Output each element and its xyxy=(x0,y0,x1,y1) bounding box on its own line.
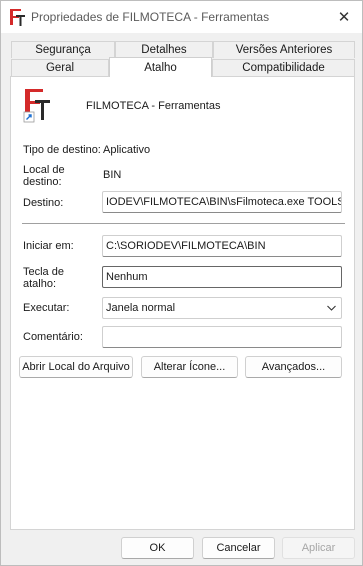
cancel-button[interactable]: Cancelar xyxy=(202,537,275,559)
close-icon: ✕ xyxy=(337,9,351,26)
divider xyxy=(22,223,345,224)
run-select[interactable]: Janela normal xyxy=(102,297,342,319)
target-location-label: Local de destino: xyxy=(23,164,65,188)
comment-input[interactable] xyxy=(102,326,342,348)
window-title: Propriedades de FILMOTECA - Ferramentas xyxy=(31,10,270,24)
tab-compatibilidade[interactable]: Compatibilidade xyxy=(212,59,355,76)
open-file-location-button[interactable]: Abrir Local do Arquivo xyxy=(19,356,133,378)
target-location-value: BIN xyxy=(103,169,122,181)
tab-versoes-anteriores[interactable]: Versões Anteriores xyxy=(213,41,355,58)
start-in-input[interactable]: C:\SORIODEV\FILMOTECA\BIN xyxy=(102,235,342,257)
tab-geral[interactable]: Geral xyxy=(11,59,109,76)
target-label: Destino: xyxy=(23,197,64,209)
shortcut-name: FILMOTECA - Ferramentas xyxy=(86,100,221,112)
hotkey-input[interactable]: Nenhum xyxy=(102,266,342,288)
run-label: Executar: xyxy=(23,302,70,314)
ok-button[interactable]: OK xyxy=(121,537,194,559)
change-icon-button[interactable]: Alterar Ícone... xyxy=(141,356,238,378)
hotkey-label: Tecla de atalho: xyxy=(23,266,64,290)
start-in-label: Iniciar em: xyxy=(23,240,74,252)
tab-panel-atalho: FILMOTECA - Ferramentas Tipo de destino:… xyxy=(10,76,355,530)
shortcut-app-icon xyxy=(23,89,50,123)
comment-label: Comentário: xyxy=(23,331,83,343)
properties-window: Propriedades de FILMOTECA - Ferramentas … xyxy=(0,0,363,566)
target-type-value: Aplicativo xyxy=(103,144,151,156)
chevron-down-icon xyxy=(326,301,337,318)
run-select-value: Janela normal xyxy=(106,302,176,314)
tab-detalhes[interactable]: Detalhes xyxy=(115,41,213,58)
apply-button[interactable]: Aplicar xyxy=(282,537,355,559)
target-input[interactable]: IODEV\FILMOTECA\BIN\sFilmoteca.exe TOOLS xyxy=(102,191,342,213)
filmoteca-app-icon xyxy=(10,9,25,26)
target-type-label: Tipo de destino: xyxy=(23,144,101,156)
tab-seguranca[interactable]: Segurança xyxy=(11,41,115,58)
advanced-button[interactable]: Avançados... xyxy=(245,356,342,378)
title-bar: Propriedades de FILMOTECA - Ferramentas … xyxy=(1,1,362,33)
tab-atalho[interactable]: Atalho xyxy=(109,57,212,77)
close-button[interactable]: ✕ xyxy=(332,5,356,29)
